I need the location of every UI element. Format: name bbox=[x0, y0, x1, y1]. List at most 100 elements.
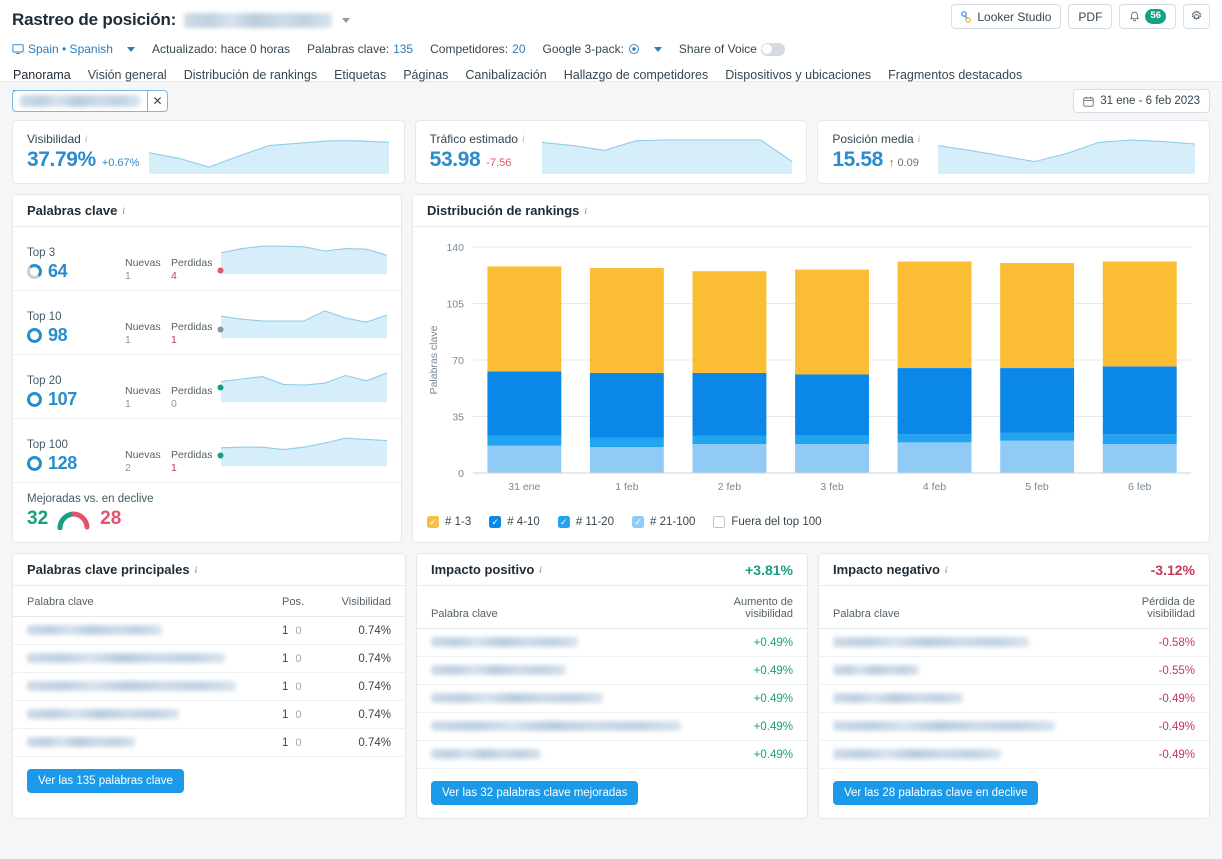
progress-ring-icon bbox=[27, 392, 42, 407]
top-keywords-body: 10 0.74% 10 0.74% 10 0.74% 10 0.74% 10 0… bbox=[13, 616, 405, 757]
tier-new-label: Nuevas bbox=[125, 257, 161, 269]
legend-label: # 21-100 bbox=[649, 516, 696, 528]
table-row[interactable]: +0.49% bbox=[417, 684, 807, 713]
cell-visibility-loss: -0.49% bbox=[1089, 740, 1209, 769]
position-delta: 0 bbox=[295, 680, 302, 693]
table-row[interactable]: 10 0.74% bbox=[13, 644, 405, 673]
table-row[interactable]: +0.49% bbox=[417, 628, 807, 657]
col-perdida-visibilidad[interactable]: Pérdida de visibilidad bbox=[1089, 586, 1209, 629]
meta-row: Spain • Spanish Actualizado: hace 0 hora… bbox=[12, 37, 1210, 61]
cell-visibility-loss: -0.58% bbox=[1089, 628, 1209, 657]
project-dropdown-chevron-icon[interactable] bbox=[342, 17, 351, 23]
top-keywords-title-group: Palabras clave principales i bbox=[27, 562, 205, 577]
legend-item[interactable]: Fuera del top 100 bbox=[713, 516, 822, 528]
improved-declined-label: Mejoradas vs. en declive bbox=[27, 493, 154, 505]
settings-button[interactable] bbox=[1183, 4, 1210, 29]
col-aumento-visibilidad[interactable]: Aumento de visibilidad bbox=[695, 586, 807, 629]
table-row[interactable]: +0.49% bbox=[417, 656, 807, 685]
table-header-row: Palabra clave Aumento de visibilidad bbox=[417, 586, 807, 629]
kpi-card-posicion-media: Posición media i 15.58 ↑ 0.09 bbox=[817, 120, 1211, 184]
position-value: 1 bbox=[281, 708, 289, 721]
col-palabra-clave[interactable]: Palabra clave bbox=[819, 586, 1089, 629]
tier-count-row: 98 bbox=[27, 325, 125, 346]
looker-studio-button[interactable]: Looker Studio bbox=[951, 4, 1062, 29]
tier-lost-label: Perdidas bbox=[171, 321, 213, 333]
info-icon[interactable]: i bbox=[539, 565, 549, 575]
table-row[interactable]: +0.49% bbox=[417, 740, 807, 769]
legend-item[interactable]: ✓ # 21-100 bbox=[631, 516, 696, 528]
kpi-visibilidad-left: Visibilidad i 37.79% +0.67% bbox=[27, 132, 139, 172]
competitors-count-value: 20 bbox=[512, 42, 526, 56]
info-icon[interactable]: i bbox=[85, 134, 95, 144]
legend-checkbox[interactable]: ✓ bbox=[427, 516, 439, 528]
info-icon[interactable]: i bbox=[918, 134, 928, 144]
pdf-button[interactable]: PDF bbox=[1068, 4, 1113, 29]
tier-lost-value: 0 bbox=[171, 398, 177, 410]
svg-text:140: 140 bbox=[446, 242, 464, 254]
col-pos[interactable]: Pos. bbox=[267, 586, 322, 617]
table-row[interactable]: -0.49% bbox=[819, 712, 1209, 741]
stacked-bar-chart: 0 35 70 105 140 31 ene 1 feb 2 feb 3 feb 4 feb 5 f… bbox=[428, 242, 1191, 493]
keyword-redacted bbox=[27, 625, 162, 636]
notifications-button[interactable]: 56 bbox=[1119, 4, 1176, 29]
share-of-voice-toggle[interactable] bbox=[760, 42, 785, 56]
location-selector[interactable]: Spain • Spanish bbox=[12, 42, 135, 56]
tier-label: Top 20 bbox=[27, 375, 62, 387]
google-3pack-selector[interactable]: Google 3-pack: bbox=[543, 42, 662, 56]
position-tracking-dashboard: Rastreo de posición: Looker Studio PDF 5… bbox=[0, 0, 1222, 859]
table-row[interactable]: 10 0.74% bbox=[13, 616, 405, 645]
info-icon[interactable]: i bbox=[195, 565, 205, 575]
legend-checkbox[interactable]: ✓ bbox=[489, 516, 502, 528]
cell-visibility-loss: -0.49% bbox=[1089, 684, 1209, 713]
cell-position: 10 bbox=[267, 644, 322, 673]
cell-keyword bbox=[819, 740, 1089, 769]
location-chevron-icon[interactable] bbox=[126, 46, 135, 52]
col-palabra-clave[interactable]: Palabra clave bbox=[417, 586, 695, 629]
legend-item[interactable]: ✓ # 4-10 bbox=[489, 516, 540, 528]
monitor-icon bbox=[12, 44, 24, 55]
view-all-keywords-button[interactable]: Ver las 135 palabras clave bbox=[27, 769, 184, 793]
positive-impact-panel: Impacto positivo i +3.81% Palabra clave … bbox=[416, 553, 808, 819]
info-icon[interactable]: i bbox=[522, 134, 532, 144]
table-row[interactable]: 10 0.74% bbox=[13, 728, 405, 757]
cell-visibility-gain: +0.49% bbox=[695, 628, 807, 657]
tier-count-row: 128 bbox=[27, 453, 125, 474]
tier-new-value: 2 bbox=[125, 462, 131, 474]
legend-checkbox[interactable] bbox=[713, 516, 726, 528]
table-row[interactable]: -0.49% bbox=[819, 684, 1209, 713]
position-value: 1 bbox=[281, 680, 289, 693]
tier-lost: Perdidas 1 bbox=[171, 449, 217, 474]
table-row[interactable]: -0.55% bbox=[819, 656, 1209, 685]
legend-item[interactable]: ✓ # 11-20 bbox=[557, 516, 614, 528]
table-row[interactable]: +0.49% bbox=[417, 712, 807, 741]
top-keywords-title: Palabras clave principales bbox=[27, 562, 190, 577]
rankings-panel-title-group: Distribución de rankings i bbox=[427, 203, 594, 218]
clear-filter-icon[interactable]: ✕ bbox=[147, 91, 167, 111]
table-row[interactable]: 10 0.74% bbox=[13, 700, 405, 729]
col-palabra-clave[interactable]: Palabra clave bbox=[13, 586, 268, 617]
active-filter-chip[interactable]: ✕ bbox=[12, 90, 168, 112]
legend-checkbox[interactable]: ✓ bbox=[631, 516, 644, 528]
col-visibilidad[interactable]: Visibilidad bbox=[321, 586, 405, 617]
info-icon[interactable]: i bbox=[945, 565, 955, 575]
view-declined-keywords-button[interactable]: Ver las 28 palabras clave en declive bbox=[833, 781, 1039, 805]
tier-endpoint-dot bbox=[217, 452, 224, 459]
info-icon[interactable]: i bbox=[584, 206, 594, 216]
legend-checkbox[interactable]: ✓ bbox=[557, 516, 570, 528]
keyword-redacted bbox=[27, 681, 236, 692]
legend-item[interactable]: ✓ # 1-3 bbox=[427, 516, 471, 528]
table-row[interactable]: -0.58% bbox=[819, 628, 1209, 657]
kpi-visibilidad-label-group: Visibilidad i bbox=[27, 132, 139, 146]
info-icon[interactable]: i bbox=[122, 206, 132, 216]
cell-keyword bbox=[13, 644, 268, 673]
looker-studio-icon bbox=[961, 10, 972, 23]
tier-sparkline bbox=[217, 304, 388, 346]
table-row[interactable]: -0.49% bbox=[819, 740, 1209, 769]
date-range-picker[interactable]: 31 ene - 6 feb 2023 bbox=[1073, 89, 1210, 113]
view-improved-keywords-button[interactable]: Ver las 32 palabras clave mejoradas bbox=[431, 781, 639, 805]
google-3pack-chevron-icon[interactable] bbox=[653, 46, 662, 52]
sparkline-svg bbox=[220, 310, 388, 338]
svg-text:2 feb: 2 feb bbox=[718, 481, 742, 493]
table-row[interactable]: 10 0.74% bbox=[13, 672, 405, 701]
cell-visibility-loss: -0.55% bbox=[1089, 656, 1209, 685]
